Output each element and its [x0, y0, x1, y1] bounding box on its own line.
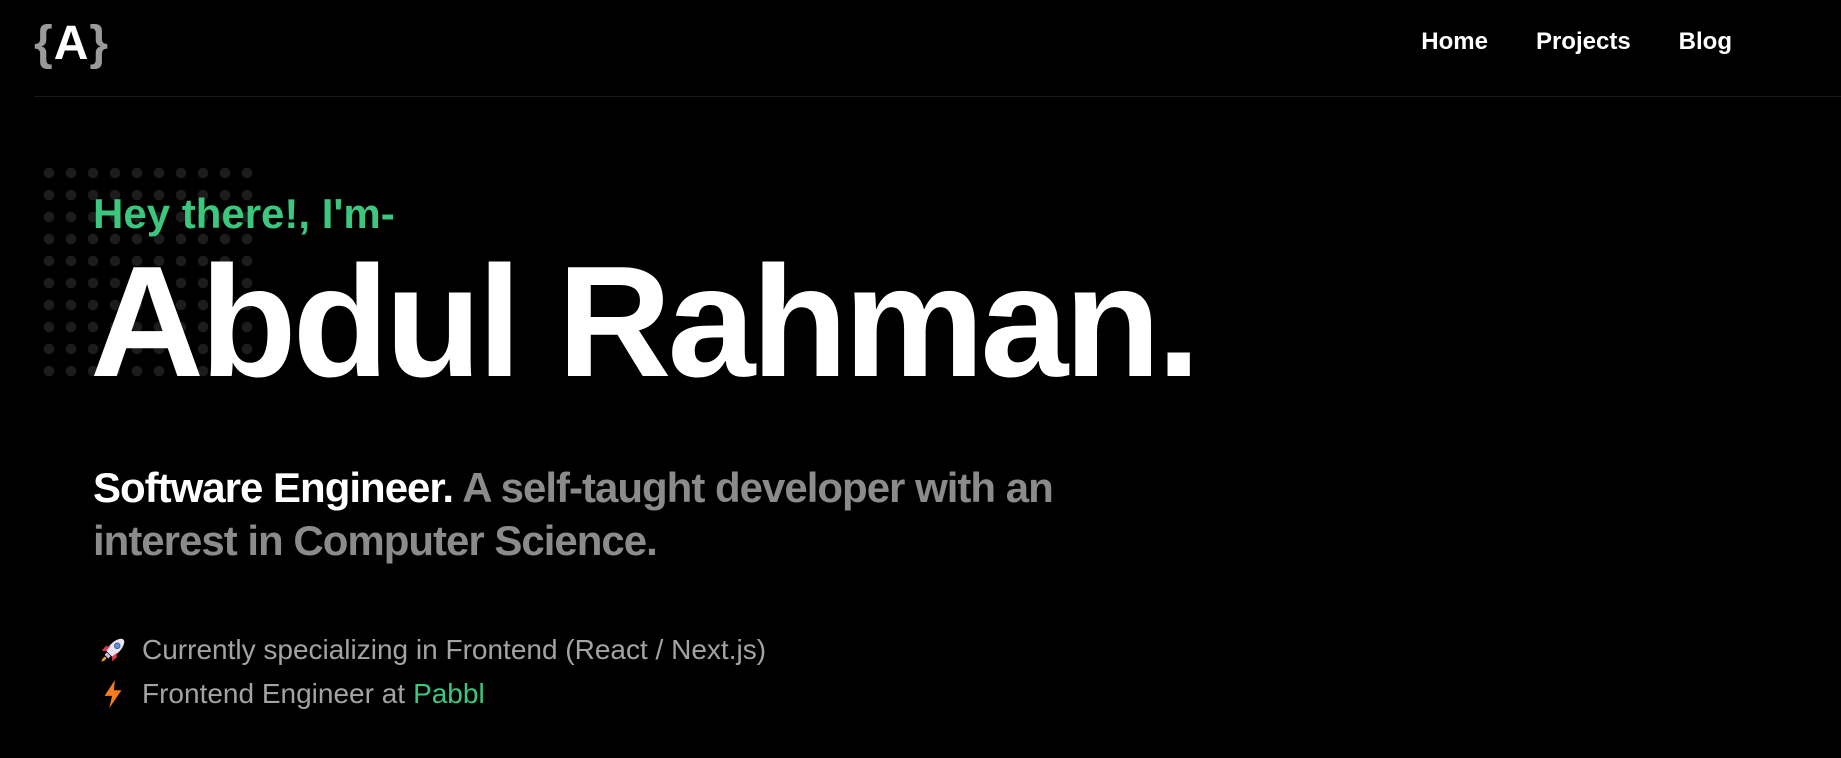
hero-greeting: Hey there!, I'm-: [93, 190, 395, 237]
nav-link-home[interactable]: Home: [1421, 26, 1488, 58]
hero-role: Software Engineer.: [93, 464, 454, 511]
facts-list: Currently specializing in Frontend (Reac…: [96, 628, 766, 716]
hero-name: Abdul Rahman.: [90, 234, 1201, 410]
fact-current-role: Frontend Engineer at Pabbl: [96, 672, 766, 716]
logo-brace-open: {: [34, 17, 53, 70]
logo-brace-close: }: [89, 17, 108, 70]
fact-specialization-text: Currently specializing in Frontend (Reac…: [142, 634, 767, 665]
main-nav: Home Projects Blog: [1421, 26, 1732, 58]
logo-letter: A: [53, 17, 89, 70]
fact-specialization: Currently specializing in Frontend (Reac…: [96, 628, 766, 672]
nav-link-blog[interactable]: Blog: [1679, 26, 1732, 58]
lightning-icon: [96, 677, 130, 711]
rocket-icon: [96, 633, 130, 667]
site-logo[interactable]: { A }: [34, 16, 108, 72]
nav-link-projects[interactable]: Projects: [1536, 26, 1631, 58]
hero-tagline: Software Engineer. A self-taught develop…: [93, 461, 1093, 567]
company-link[interactable]: Pabbl: [413, 678, 485, 710]
fact-current-role-text: Frontend Engineer at: [142, 678, 406, 709]
